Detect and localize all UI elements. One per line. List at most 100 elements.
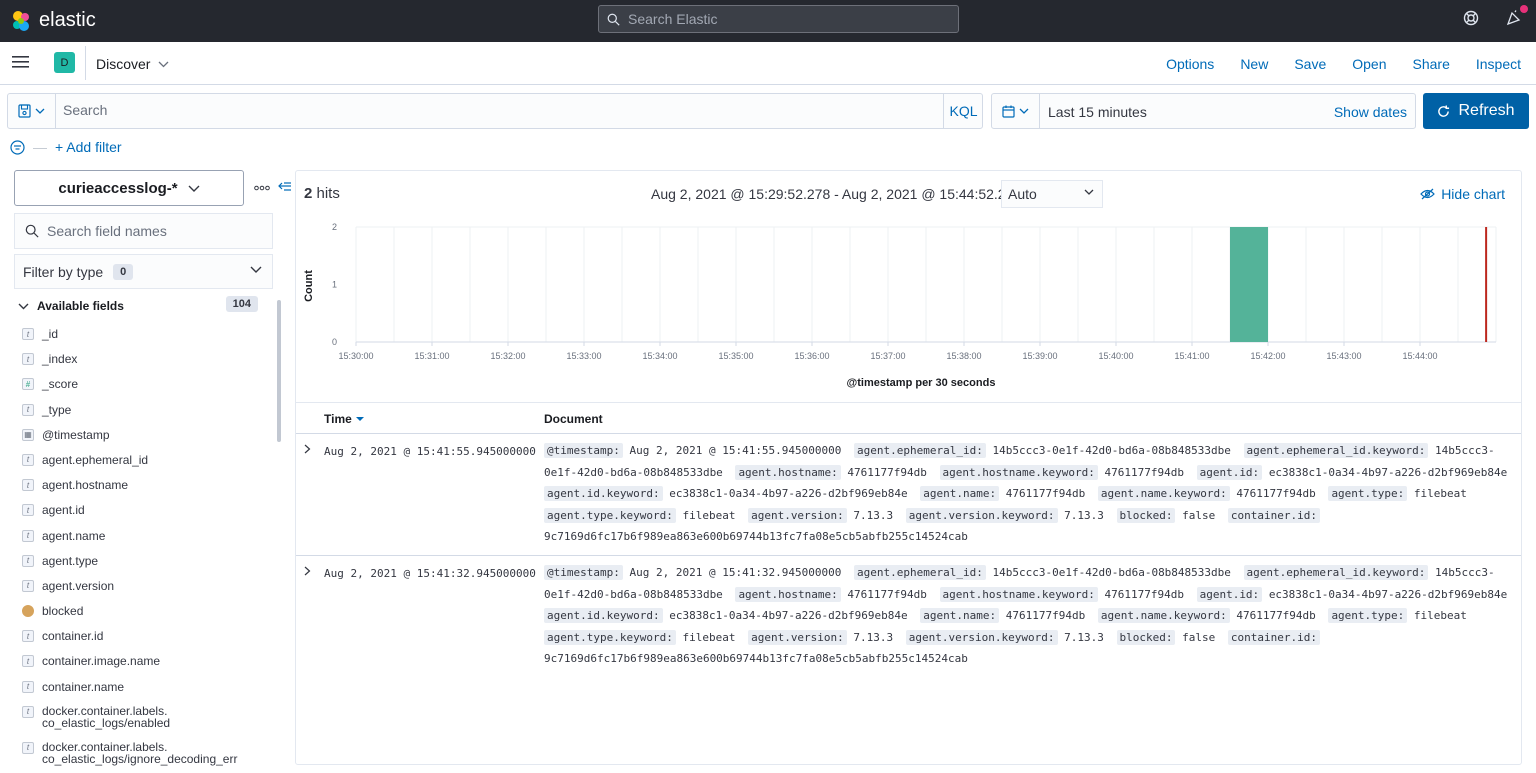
doc-field-key: blocked: bbox=[1116, 507, 1176, 523]
row-timestamp: Aug 2, 2021 @ 15:41:32.945000000 bbox=[324, 567, 536, 580]
field-item[interactable]: t _type bbox=[22, 399, 262, 424]
field-name: _index bbox=[42, 352, 78, 367]
filter-separator: — bbox=[33, 139, 47, 155]
x-tick-label: 15:30:00 bbox=[338, 351, 373, 361]
inspect-link[interactable]: Inspect bbox=[1476, 56, 1521, 72]
open-link[interactable]: Open bbox=[1352, 56, 1386, 72]
field-search[interactable] bbox=[14, 213, 273, 249]
column-time-label: Time bbox=[324, 412, 352, 426]
doc-field-key: agent.id: bbox=[1196, 464, 1263, 480]
newsfeed-icon[interactable] bbox=[1506, 10, 1522, 26]
field-item[interactable]: t docker.container.labels. co_elastic_log… bbox=[22, 737, 262, 773]
doc-field-value: 7.13.3 bbox=[1064, 630, 1104, 644]
doc-field-key: agent.ephemeral_id.keyword: bbox=[1243, 443, 1429, 458]
field-item[interactable]: t container.name bbox=[22, 676, 262, 701]
field-name: docker.container.labels. co_elastic_logs… bbox=[42, 739, 238, 766]
doc-field-key: container.id: bbox=[1227, 507, 1320, 523]
saved-query-button[interactable] bbox=[8, 94, 56, 128]
hide-chart-button[interactable]: Hide chart bbox=[1420, 186, 1505, 202]
field-item[interactable]: t container.id bbox=[22, 625, 262, 650]
sort-down-icon[interactable] bbox=[355, 416, 364, 422]
new-link[interactable]: New bbox=[1240, 56, 1268, 72]
doc-field-key: agent.id.keyword: bbox=[544, 486, 663, 502]
x-axis-label: @timestamp per 30 seconds bbox=[847, 377, 996, 389]
refresh-button[interactable]: Refresh bbox=[1423, 93, 1529, 129]
chevron-down-icon bbox=[1019, 108, 1029, 114]
row-document: @timestamp: Aug 2, 2021 @ 15:41:55.94500… bbox=[544, 440, 1514, 548]
field-item[interactable]: t agent.version bbox=[22, 575, 262, 600]
x-tick-label: 15:41:00 bbox=[1174, 351, 1209, 361]
column-time[interactable]: Time bbox=[324, 412, 364, 426]
doc-field-value: 14b5ccc3-0e1f-42d0-bd6a-08b848533dbe bbox=[992, 444, 1231, 457]
filter-by-type-label: Filter by type bbox=[23, 263, 104, 280]
field-item[interactable]: t _id bbox=[22, 323, 262, 348]
query-input[interactable] bbox=[63, 102, 863, 118]
field-item[interactable]: # _score bbox=[22, 373, 262, 398]
kql-toggle[interactable]: KQL bbox=[943, 94, 983, 128]
space-avatar[interactable]: D bbox=[54, 52, 75, 73]
top-nav: Options New Save Open Share Inspect bbox=[1166, 56, 1521, 72]
chevron-down-icon bbox=[159, 61, 169, 67]
x-tick-label: 15:34:00 bbox=[642, 351, 677, 361]
save-link[interactable]: Save bbox=[1294, 56, 1326, 72]
breadcrumb[interactable]: Discover bbox=[96, 56, 169, 72]
breadcrumb-discover[interactable]: Discover bbox=[96, 56, 150, 72]
doc-field-key: agent.name: bbox=[920, 486, 1000, 502]
collapse-sidebar-icon[interactable] bbox=[278, 182, 292, 193]
string-type-icon: t bbox=[22, 554, 34, 567]
field-name: _type bbox=[42, 402, 72, 417]
field-item[interactable]: t docker.container.labels. co_elastic_log… bbox=[22, 701, 262, 737]
divider bbox=[85, 46, 86, 80]
doc-field-key: agent.ephemeral_id: bbox=[854, 443, 986, 458]
calendar-icon bbox=[1002, 105, 1015, 118]
doc-field-value: Aug 2, 2021 @ 15:41:55.945000000 bbox=[629, 444, 842, 457]
field-item[interactable]: t _index bbox=[22, 348, 262, 373]
field-name: agent.version bbox=[42, 578, 115, 593]
field-item[interactable]: t agent.id bbox=[22, 499, 262, 524]
quick-date-button[interactable] bbox=[992, 94, 1040, 128]
filter-by-type[interactable]: Filter by type 0 bbox=[14, 254, 273, 289]
global-search-input[interactable] bbox=[628, 11, 928, 27]
doc-field-key: agent.type: bbox=[1328, 608, 1408, 624]
field-item[interactable]: t agent.type bbox=[22, 550, 262, 575]
chevron-right-icon[interactable] bbox=[304, 444, 311, 454]
field-search-input[interactable] bbox=[47, 223, 247, 239]
more-icon[interactable] bbox=[254, 185, 270, 191]
chevron-down-icon bbox=[35, 108, 45, 114]
x-tick-label: 15:44:00 bbox=[1402, 351, 1437, 361]
options-link[interactable]: Options bbox=[1166, 56, 1214, 72]
interval-select[interactable]: Auto bbox=[1001, 180, 1103, 208]
field-item[interactable]: blocked bbox=[22, 600, 262, 625]
show-dates-link[interactable]: Show dates bbox=[1334, 104, 1407, 120]
elastic-logo[interactable]: elastic bbox=[10, 9, 96, 32]
doc-field-value: filebeat bbox=[1413, 487, 1467, 501]
index-pattern-selector[interactable]: curieaccesslog-* bbox=[14, 170, 244, 206]
histogram-chart[interactable]: 0 1 2 15:30:00 15:31:00 15:32:00 15:33:00 15:34… bbox=[296, 216, 1521, 396]
available-fields-header[interactable]: Available fields 104 bbox=[18, 296, 258, 316]
doc-field-value: Aug 2, 2021 @ 15:41:32.945000000 bbox=[629, 566, 842, 579]
global-search[interactable] bbox=[598, 5, 959, 33]
chevron-right-icon[interactable] bbox=[304, 566, 311, 576]
field-item[interactable]: t container.image.name bbox=[22, 650, 262, 675]
share-link[interactable]: Share bbox=[1413, 56, 1450, 72]
field-item[interactable]: t agent.name bbox=[22, 525, 262, 550]
filter-options-icon[interactable] bbox=[10, 139, 25, 155]
search-icon bbox=[25, 224, 39, 238]
doc-field-key: agent.id.keyword: bbox=[544, 608, 663, 624]
string-type-icon: t bbox=[22, 655, 34, 668]
string-type-icon: t bbox=[22, 453, 34, 466]
doc-field-key: agent.type.keyword: bbox=[544, 507, 676, 523]
doc-field-key: @timestamp: bbox=[544, 443, 623, 458]
table-row: Aug 2, 2021 @ 15:41:32.945000000 @timesta… bbox=[296, 556, 1521, 678]
sidebar-options bbox=[254, 182, 292, 193]
date-range-label[interactable]: Last 15 minutes bbox=[1048, 104, 1147, 120]
field-item[interactable]: t agent.ephemeral_id bbox=[22, 449, 262, 474]
menu-icon[interactable] bbox=[12, 55, 29, 69]
help-icon[interactable] bbox=[1463, 10, 1479, 26]
field-item[interactable]: t agent.hostname bbox=[22, 474, 262, 499]
field-item[interactable]: ▦ @timestamp bbox=[22, 424, 262, 449]
time-range-label: Aug 2, 2021 @ 15:29:52.278 - Aug 2, 2021… bbox=[651, 186, 1022, 202]
sidebar-scrollbar[interactable] bbox=[277, 300, 281, 442]
add-filter-link[interactable]: + Add filter bbox=[55, 139, 122, 155]
doc-field-key: agent.version.keyword: bbox=[905, 507, 1058, 523]
